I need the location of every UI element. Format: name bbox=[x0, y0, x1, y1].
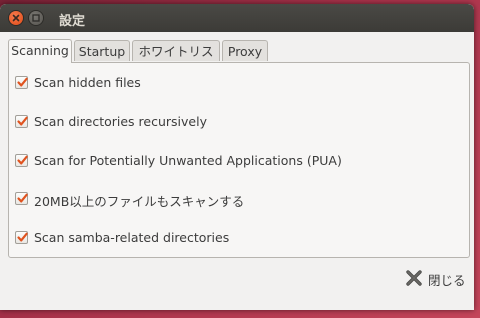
close-button[interactable]: 閉じる bbox=[402, 266, 468, 290]
settings-window: 設定 Scanning Startup ホワイトリスト Proxy Scan h… bbox=[0, 4, 474, 310]
tab-proxy[interactable]: Proxy bbox=[222, 40, 268, 61]
checkmark-icon bbox=[17, 193, 28, 203]
checkbox[interactable] bbox=[15, 231, 28, 244]
minimize-icon bbox=[32, 14, 40, 22]
checkbox[interactable] bbox=[15, 76, 28, 89]
tab-whitelist[interactable]: ホワイトリスト bbox=[132, 40, 220, 80]
window-minimize-button[interactable] bbox=[29, 11, 43, 25]
checkmark-icon bbox=[17, 155, 28, 165]
option-label: Scan samba-related directories bbox=[34, 230, 230, 245]
option-label: Scan directories recursively bbox=[34, 114, 207, 129]
checkmark-icon bbox=[17, 232, 28, 242]
option-label: Scan for Potentially Unwanted Applicatio… bbox=[34, 153, 342, 168]
checkbox[interactable] bbox=[15, 115, 28, 128]
option-label: Scan hidden files bbox=[34, 75, 141, 90]
checkmark-icon bbox=[17, 116, 28, 126]
checkbox[interactable] bbox=[15, 192, 28, 205]
tab-startup[interactable]: Startup bbox=[74, 40, 130, 61]
option-label: 20MB以上のファイルもスキャンする bbox=[34, 194, 245, 209]
tab-scanning[interactable]: Scanning bbox=[8, 39, 72, 63]
close-icon bbox=[406, 270, 422, 286]
titlebar: 設定 bbox=[0, 4, 474, 32]
checkbox[interactable] bbox=[15, 154, 28, 167]
close-icon bbox=[12, 14, 20, 22]
scanning-panel: Scan hidden files Scan directories recur… bbox=[8, 62, 470, 258]
window-title: 設定 bbox=[59, 14, 86, 29]
window-close-button[interactable] bbox=[9, 11, 23, 25]
checkmark-icon bbox=[17, 77, 28, 87]
close-button-label: 閉じる bbox=[428, 273, 466, 288]
